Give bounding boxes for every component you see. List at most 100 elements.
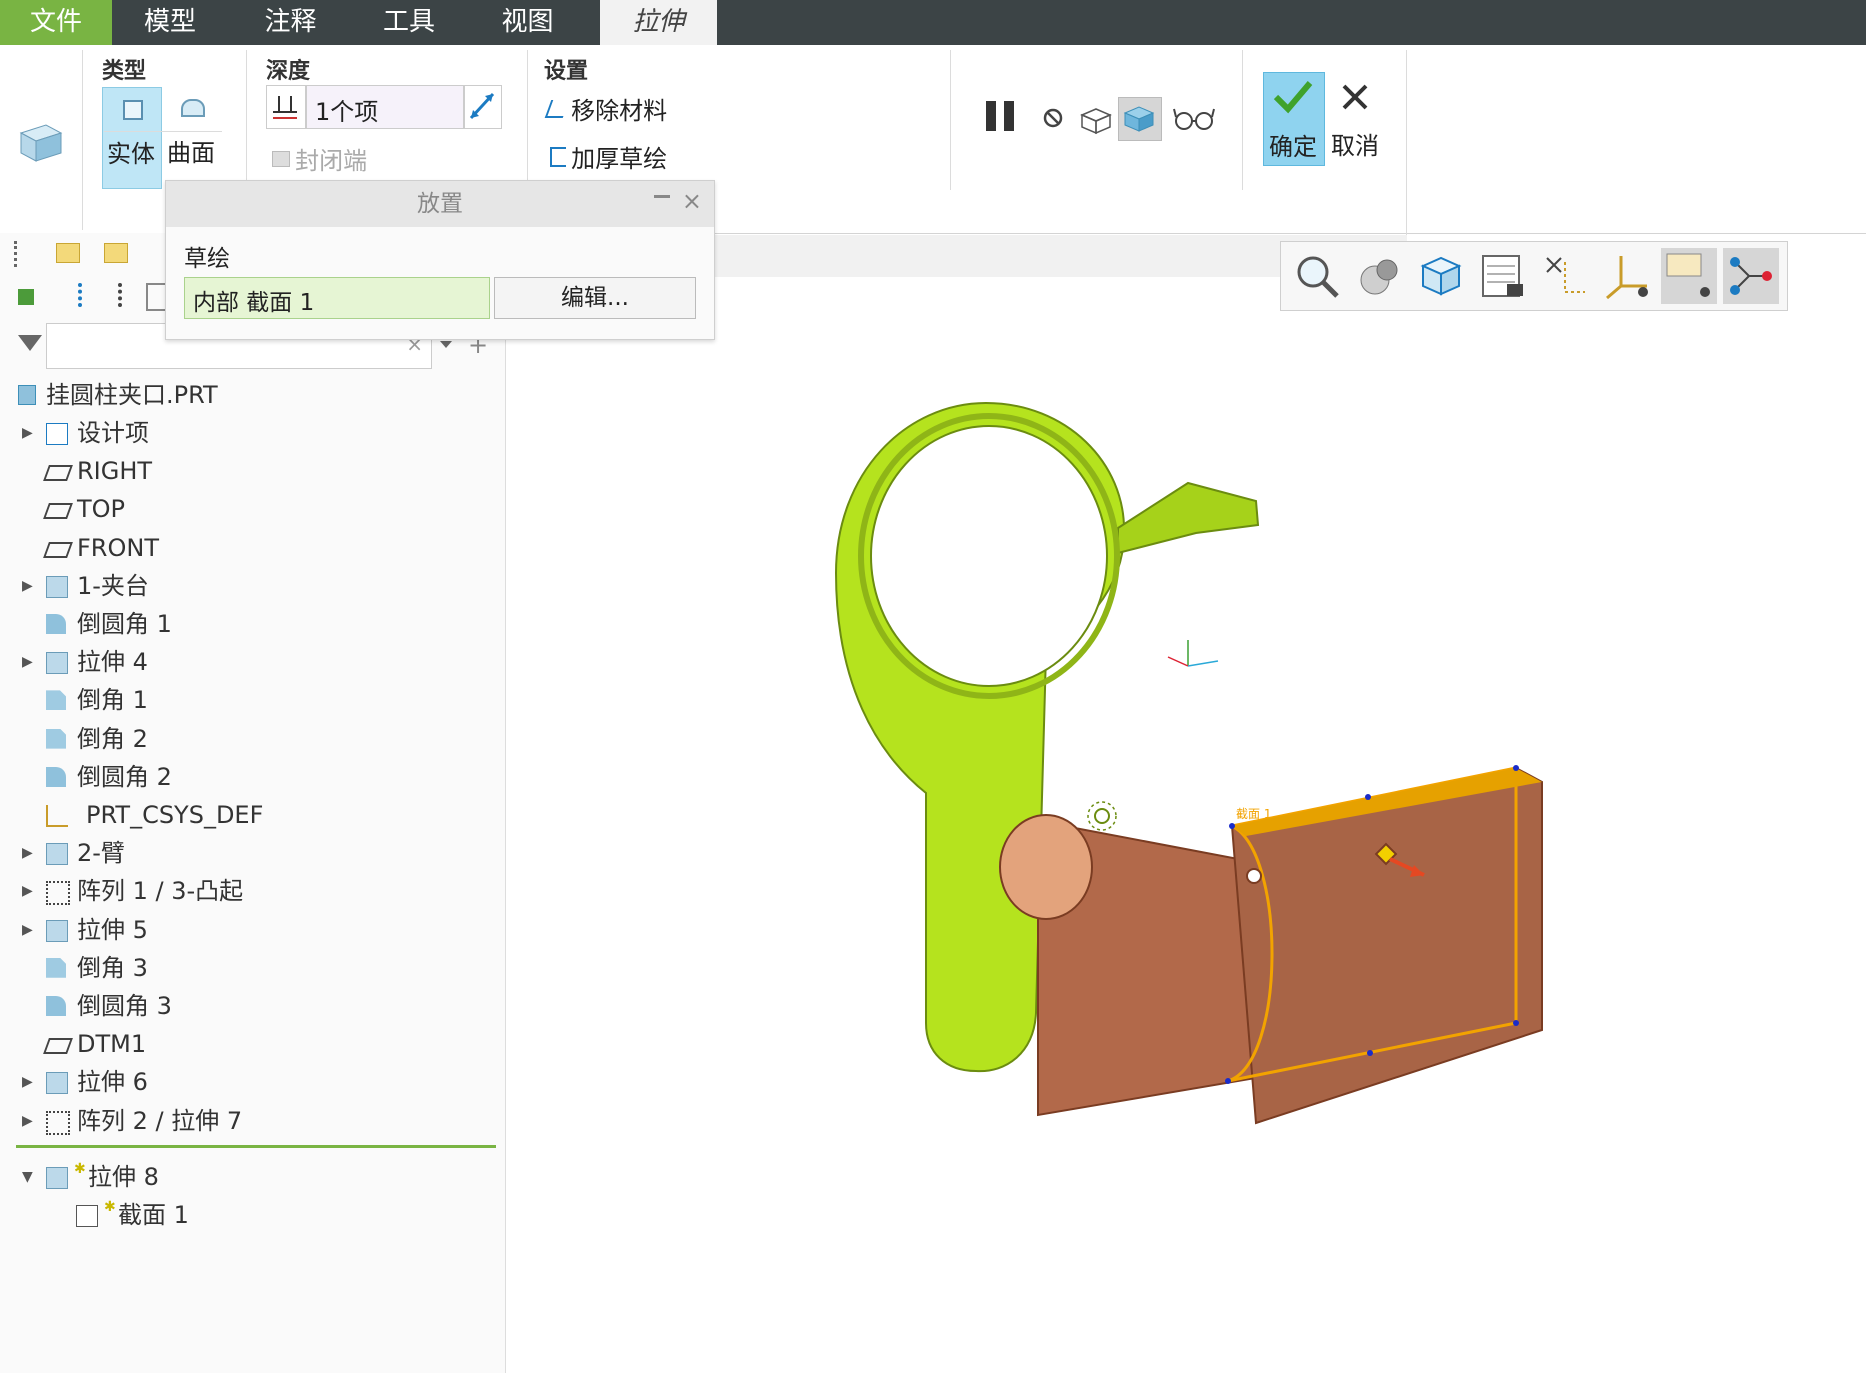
tab-extrude[interactable]: 拉伸 — [600, 0, 717, 45]
tree-item[interactable]: 倒角 3 — [0, 950, 505, 986]
tree-item-label: 倒圆角 1 — [77, 610, 172, 638]
surface-button[interactable]: 曲面 — [163, 87, 221, 187]
glasses-preview-button[interactable] — [1172, 105, 1216, 133]
expand-arrow-icon[interactable]: ▶ — [22, 912, 33, 948]
solid-label: 实体 — [107, 140, 155, 168]
tree-item-label: 倒圆角 3 — [77, 992, 172, 1020]
tree-item[interactable]: FRONT — [0, 530, 505, 566]
surface-icon — [181, 99, 205, 117]
tree-item[interactable]: ▶ 拉伸 4 — [0, 644, 505, 680]
new-sketch-icon: ✱ — [104, 1199, 116, 1215]
active-feature-row[interactable]: ▼ ✱ 拉伸 8 — [0, 1159, 505, 1195]
depth-value: 1个项 — [315, 98, 379, 126]
tree-item[interactable]: ▶ 拉伸 6 — [0, 1064, 505, 1100]
tree-item-label: PRT_CSYS_DEF — [86, 801, 264, 829]
thicken-sketch-toggle[interactable]: 加厚草绘 — [550, 139, 667, 174]
pause-button[interactable] — [984, 99, 1020, 135]
close-panel-icon[interactable]: × — [682, 187, 702, 215]
tree-item[interactable]: ▶ 阵列 1 / 3-凸起 — [0, 873, 505, 909]
tree-item[interactable]: 倒圆角 3 — [0, 988, 505, 1024]
tree-root[interactable]: 挂圆柱夹口.PRT — [0, 377, 505, 413]
folder-browser-tab-icon[interactable] — [56, 243, 80, 263]
sketch-collector-field[interactable]: 内部 截面 1 — [184, 277, 490, 319]
depth-group-title: 深度 — [266, 59, 311, 84]
tree-item[interactable]: ▶ 设计项 — [0, 415, 505, 451]
tree-list-icon[interactable] — [78, 283, 104, 307]
solid-button[interactable]: 实体 — [102, 87, 162, 189]
tree-item-label: TOP — [77, 495, 126, 524]
tree-item[interactable]: 倒圆角 2 — [0, 759, 505, 795]
tree-item[interactable]: DTM1 — [0, 1026, 505, 1062]
cancel-label: 取消 — [1331, 132, 1379, 160]
tree-item-label: 阵列 2 / 拉伸 7 — [77, 1106, 243, 1135]
tree-item-label: RIGHT — [77, 457, 153, 486]
round-icon — [46, 614, 66, 634]
extrude-icon — [46, 575, 68, 598]
remove-material-label: 移除材料 — [571, 97, 668, 125]
tab-tools[interactable]: 工具 — [353, 0, 465, 45]
csys-icon — [46, 805, 68, 827]
tab-annotate[interactable]: 注释 — [228, 0, 353, 45]
expand-arrow-icon[interactable]: ▶ — [22, 415, 33, 451]
no-preview-button[interactable] — [1040, 105, 1066, 131]
capped-ends-label: 封闭端 — [295, 147, 368, 175]
pin-panel-icon[interactable] — [654, 195, 670, 206]
model-tree-tab-icon[interactable] — [14, 241, 39, 267]
remove-material-toggle[interactable]: 移除材料 — [544, 91, 668, 126]
tree-item[interactable]: ▶ 2-臂 — [0, 835, 505, 871]
tree-item-label: 拉伸 4 — [77, 648, 148, 677]
favorites-tab-icon[interactable] — [104, 243, 128, 263]
tree-columns-icon[interactable] — [118, 283, 136, 307]
expand-arrow-icon[interactable]: ▶ — [22, 644, 33, 680]
model-viewport[interactable]: 截面 1 — [506, 233, 1866, 1373]
tab-view[interactable]: 视图 — [465, 0, 590, 45]
capped-ends-checkbox[interactable]: 封闭端 — [272, 141, 367, 176]
collapse-arrow-icon[interactable]: ▼ — [22, 1159, 33, 1195]
tree-item[interactable]: 倒圆角 1 — [0, 606, 505, 642]
separate-preview-button[interactable] — [1078, 101, 1114, 137]
no-preview-icon — [1043, 108, 1063, 128]
pause-icon — [986, 101, 996, 131]
tree-item[interactable]: PRT_CSYS_DEF — [0, 797, 505, 833]
expand-arrow-icon[interactable]: ▶ — [22, 1103, 33, 1139]
datum-plane-icon — [43, 541, 73, 558]
depth-value-field[interactable]: 1个项 — [306, 85, 464, 129]
extrude-icon — [46, 1167, 68, 1189]
tab-model[interactable]: 模型 — [112, 0, 228, 45]
tree-item[interactable]: TOP — [0, 491, 505, 527]
active-sketch-row[interactable]: ✱ 截面 1 — [0, 1197, 505, 1233]
cancel-button[interactable]: 取消 — [1326, 72, 1386, 164]
tree-item[interactable]: ▶ 1-夹台 — [0, 568, 505, 604]
extrude-preview[interactable]: 截面 1 — [999, 765, 1543, 1125]
graphics-window[interactable]: 截面 1 — [506, 233, 1866, 1373]
tree-item[interactable]: ▶ 阵列 2 / 拉伸 7 — [0, 1103, 505, 1139]
model-display-icon[interactable] — [18, 289, 34, 305]
expand-arrow-icon[interactable]: ▶ — [22, 873, 33, 909]
chamfer-icon — [46, 957, 66, 978]
insert-indicator[interactable] — [16, 1145, 496, 1148]
expand-arrow-icon[interactable]: ▶ — [22, 568, 33, 604]
tree-item[interactable]: 倒角 2 — [0, 721, 505, 757]
thicken-sketch-icon — [550, 146, 566, 167]
confirm-button[interactable]: 确定 — [1263, 72, 1325, 166]
extrude-icon — [46, 652, 68, 675]
pattern-icon — [46, 881, 70, 906]
settings-group-title: 设置 — [544, 59, 589, 84]
tree-item[interactable]: RIGHT — [0, 453, 505, 489]
tab-file[interactable]: 文件 — [0, 0, 112, 45]
separate-preview-icon — [1080, 108, 1112, 135]
expand-arrow-icon[interactable]: ▶ — [22, 1064, 33, 1100]
expand-arrow-icon[interactable]: ▶ — [22, 835, 33, 871]
flip-direction-button[interactable] — [464, 85, 502, 129]
datum-plane-icon — [43, 503, 73, 520]
depth-option-button[interactable] — [266, 85, 306, 129]
round-icon — [46, 766, 66, 787]
verify-preview-button[interactable] — [1118, 97, 1162, 141]
capped-ends-icon — [272, 150, 290, 167]
chamfer-icon — [46, 728, 66, 749]
tree-item[interactable]: 倒角 1 — [0, 682, 505, 718]
search-dropdown-icon[interactable] — [440, 341, 452, 348]
extrude-icon — [46, 919, 68, 942]
filter-icon[interactable] — [18, 335, 42, 351]
tree-item[interactable]: ▶ 拉伸 5 — [0, 912, 505, 948]
